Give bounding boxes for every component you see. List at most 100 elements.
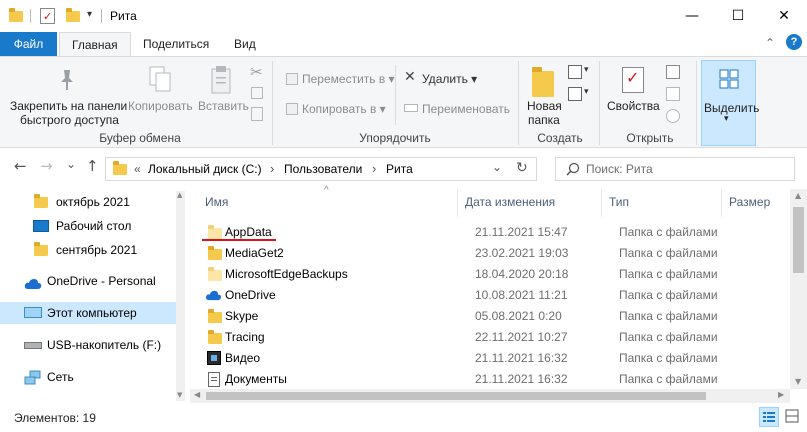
easy-access-caret-icon[interactable]: ▾	[584, 87, 589, 97]
table-row[interactable]: MediaGet2 23.02.2021 19:03 Папка с файла…	[200, 243, 790, 264]
file-name: Документы	[225, 372, 287, 386]
tab-share[interactable]: Поделиться	[131, 32, 221, 56]
nav-item-october-2021[interactable]: октябрь 2021	[0, 191, 180, 213]
content-vertical-scrollbar[interactable]: ▲ ▼	[790, 189, 807, 389]
column-header-size[interactable]: Размер	[729, 195, 770, 209]
copy-to-button[interactable]: Копировать в ▾	[282, 99, 392, 119]
history-icon[interactable]	[666, 109, 680, 123]
nav-scrollbar[interactable]: ▲ ▼	[176, 191, 185, 401]
up-button[interactable]: ↑	[86, 157, 99, 175]
nav-item-desktop[interactable]: Рабочий стол	[0, 215, 180, 237]
video-icon	[207, 351, 221, 365]
copy-path-icon[interactable]	[251, 87, 263, 99]
forward-button[interactable]: →	[40, 157, 53, 175]
paste-button[interactable]: Вставить	[196, 59, 249, 127]
column-header-name[interactable]: Имя	[205, 195, 228, 209]
properties-icon[interactable]: ✓	[40, 8, 55, 24]
divider[interactable]	[601, 189, 602, 217]
copy-button[interactable]: Копировать	[128, 59, 194, 127]
scroll-left-icon[interactable]: ◀	[194, 390, 200, 399]
table-row[interactable]: Tracing 22.11.2021 10:27 Папка с файлами	[200, 327, 790, 348]
new-folder-icon[interactable]	[66, 8, 80, 22]
sort-indicator-icon: ^	[324, 185, 329, 196]
tab-view[interactable]: Вид	[222, 32, 268, 56]
help-icon[interactable]: ?	[786, 34, 802, 50]
column-header-type[interactable]: Тип	[609, 195, 629, 209]
edit-icon[interactable]	[666, 87, 680, 101]
refresh-icon[interactable]: ↻	[516, 160, 528, 176]
new-folder-button[interactable]: Новая папка	[522, 59, 564, 127]
nav-item-onedrive[interactable]: OneDrive - Personal	[0, 270, 180, 292]
tab-file[interactable]: Файл	[0, 32, 57, 56]
title-bar: ✓ ▾ Рита — ☐ ✕	[0, 0, 807, 32]
new-item-icon[interactable]	[568, 65, 582, 79]
nav-item-network[interactable]: Сеть	[0, 366, 180, 388]
breadcrumb-overflow[interactable]: «	[134, 162, 141, 176]
pin-to-quick-access-button[interactable]: Закрепить на панели быстрого доступа	[4, 59, 127, 127]
nav-item-this-pc[interactable]: Этот компьютер	[0, 302, 180, 324]
properties-button[interactable]: ✓ Свойства	[602, 59, 664, 127]
nav-item-label: сентябрь 2021	[56, 243, 138, 257]
delete-button[interactable]: ✕ Удалить ▾	[402, 69, 492, 89]
divider	[599, 61, 600, 145]
address-field[interactable]: « Локальный диск (C:) › Пользователи › Р…	[105, 157, 537, 181]
column-header-date[interactable]: Дата изменения	[465, 195, 555, 209]
easy-access-icon[interactable]	[568, 87, 582, 101]
item-count: Элементов: 19	[14, 411, 96, 425]
address-dropdown-icon[interactable]: ⌄	[492, 160, 502, 174]
close-button[interactable]: ✕	[761, 0, 807, 32]
new-item-caret-icon[interactable]: ▾	[584, 65, 589, 75]
breadcrumb-separator[interactable]: ›	[372, 161, 376, 176]
rename-label: Переименовать	[422, 102, 510, 116]
documents-icon	[208, 372, 220, 387]
large-icons-view-button[interactable]	[783, 407, 803, 427]
scroll-up-icon[interactable]: ▲	[795, 191, 801, 200]
cut-icon[interactable]: ✂	[250, 63, 263, 81]
content-horizontal-scrollbar[interactable]: ◀ ▶	[190, 389, 790, 403]
table-row[interactable]: Видео 21.11.2021 16:32 Папка с файлами	[200, 348, 790, 369]
minimize-button[interactable]: —	[669, 0, 715, 32]
scroll-right-icon[interactable]: ▶	[778, 390, 784, 399]
table-row[interactable]: Документы 21.11.2021 16:32 Папка с файла…	[200, 369, 790, 390]
paste-icon	[210, 65, 234, 98]
scroll-up-icon[interactable]: ▲	[177, 191, 182, 199]
scroll-down-icon[interactable]: ▼	[795, 377, 801, 386]
customize-quick-access-icon[interactable]: ▾	[87, 9, 92, 20]
search-input[interactable]: Поиск: Рита	[555, 157, 795, 181]
scroll-thumb[interactable]	[206, 392, 706, 400]
paste-shortcut-icon[interactable]	[251, 107, 263, 121]
file-name: MediaGet2	[225, 246, 284, 260]
move-to-button[interactable]: Переместить в ▾	[282, 69, 395, 89]
rename-button[interactable]: Переименовать	[402, 99, 514, 119]
table-row[interactable]: Skype 05.08.2021 0:20 Папка с файлами	[200, 306, 790, 327]
divider[interactable]	[457, 189, 458, 217]
nav-item-label: Сеть	[47, 370, 74, 384]
pin-icon	[58, 69, 73, 90]
recent-locations-button[interactable]: ⌄	[66, 157, 76, 171]
scroll-down-icon[interactable]: ▼	[177, 391, 182, 399]
table-row[interactable]: AppData 21.11.2021 15:47 Папка с файлами	[200, 222, 790, 243]
cloud-icon	[24, 275, 42, 297]
copy-to-icon	[286, 103, 298, 115]
tab-home[interactable]: Главная	[59, 32, 131, 57]
breadcrumb-users[interactable]: Пользователи	[284, 162, 362, 176]
collapse-ribbon-icon[interactable]: ⌃	[765, 36, 775, 50]
desktop-icon	[33, 220, 49, 232]
scroll-thumb[interactable]	[793, 207, 804, 273]
maximize-button[interactable]: ☐	[715, 0, 761, 32]
nav-item-usb-drive[interactable]: USB-накопитель (F:)	[0, 334, 180, 356]
table-row[interactable]: MicrosoftEdgeBackups 18.04.2020 20:18 Па…	[200, 264, 790, 285]
breadcrumb-local-disk[interactable]: Локальный диск (C:)	[148, 162, 262, 176]
breadcrumb-current[interactable]: Рита	[386, 162, 413, 176]
pin-label-line2: быстрого доступа	[20, 113, 119, 127]
highlight-underline	[202, 239, 276, 241]
breadcrumb-separator[interactable]: ›	[270, 161, 274, 176]
select-button[interactable]: Выделить ▾	[701, 60, 759, 146]
back-button[interactable]: ←	[14, 157, 27, 175]
nav-item-label: Рабочий стол	[56, 219, 132, 233]
table-row[interactable]: OneDrive 10.08.2021 11:21 Папка с файлам…	[200, 285, 790, 306]
details-view-button[interactable]	[759, 407, 779, 427]
open-icon[interactable]	[666, 65, 680, 79]
nav-item-september-2021[interactable]: сентябрь 2021	[0, 239, 180, 261]
divider[interactable]	[721, 189, 722, 217]
